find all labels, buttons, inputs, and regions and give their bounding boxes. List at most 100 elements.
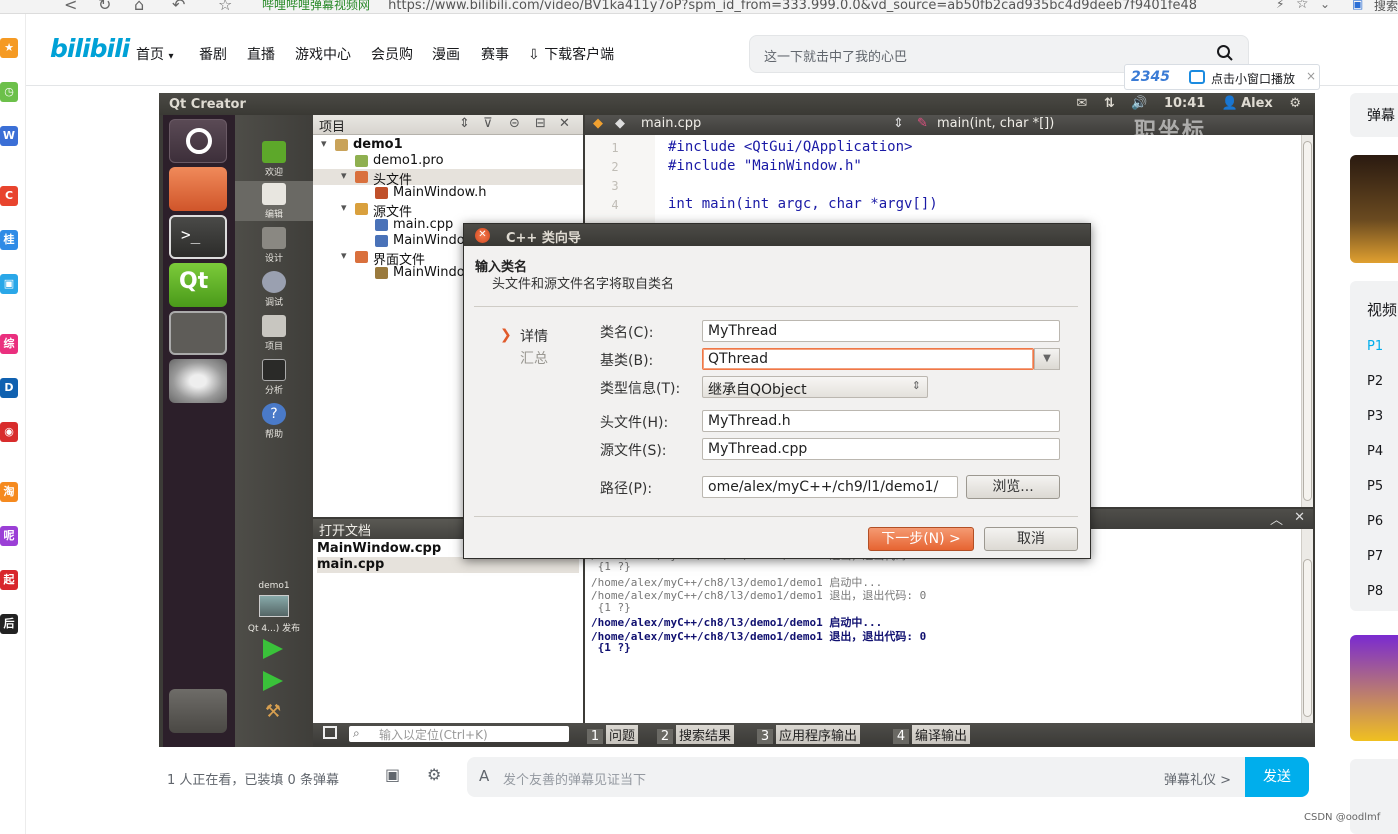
expand-arrow-icon[interactable]: ▾	[321, 137, 327, 150]
video-player[interactable]: Qt Creator ✉ ⇅ 🔊 10:41 👤 Alex ⚙ >_ Qt 欢迎…	[155, 93, 1320, 747]
expand-arrow-icon[interactable]: ▾	[341, 169, 347, 182]
mode-help[interactable]: ? 帮助	[235, 401, 313, 441]
class-name-input[interactable]: MyThread	[702, 320, 1060, 342]
video-part-item[interactable]: P4	[1367, 444, 1383, 459]
link-icon[interactable]: ⊝	[509, 116, 520, 131]
orange-app-icon[interactable]: 淘	[0, 482, 18, 502]
danmaku-etiquette-link[interactable]: 弹幕礼仪 >	[1164, 769, 1231, 788]
expand-arrow-icon[interactable]: ▾	[341, 249, 347, 262]
path-input[interactable]: ome/alex/myC++/ch9/l1/demo1/	[702, 476, 958, 498]
editor-file-selector[interactable]: main.cpp	[641, 116, 701, 131]
open-doc-item[interactable]: main.cpp	[317, 557, 579, 573]
chevron-down-icon[interactable]: ▼	[1034, 348, 1060, 370]
undo-icon[interactable]: ↶	[172, 0, 185, 13]
project-tree-item[interactable]: ▾ demo1	[313, 137, 583, 153]
address-bar[interactable]: 哔哩哔哩弹幕视频网 https://www.bilibili.com/video…	[262, 0, 1197, 13]
video-part-item[interactable]: P3	[1367, 409, 1383, 424]
ubuntu-dash-icon[interactable]	[169, 119, 227, 163]
type-info-select[interactable]: 继承自QObject ⇕	[702, 376, 928, 398]
workspace-switcher-icon[interactable]	[169, 311, 227, 355]
danmaku-settings-icon[interactable]: ⚙	[427, 765, 441, 784]
black-app-icon[interactable]: 后	[0, 614, 18, 634]
cancel-button[interactable]: 取消	[984, 527, 1078, 551]
nav-home[interactable]: 首页 ▾	[136, 44, 173, 64]
run-icon[interactable]	[263, 639, 283, 659]
text-style-icon[interactable]: A	[479, 767, 489, 785]
base-class-combobox[interactable]: QThread	[702, 348, 1034, 370]
video-part-item[interactable]: P1	[1367, 339, 1383, 354]
qidian-icon[interactable]: 起	[0, 570, 18, 590]
mini-window-play-button[interactable]: 点击小窗口播放	[1211, 70, 1295, 87]
split-icon[interactable]: ⊟	[535, 116, 546, 131]
search-engine-icon[interactable]: ▣	[1352, 0, 1363, 11]
locator-input[interactable]: ⌕ 输入以定位(Ctrl+K)	[349, 726, 569, 742]
output-tab[interactable]: 1 问题	[587, 725, 639, 744]
chevron-down-icon[interactable]: ⌄	[1320, 0, 1330, 11]
close-icon[interactable]: ✕	[559, 116, 570, 131]
terminal-icon[interactable]: >_	[169, 215, 227, 259]
next-button[interactable]: 下一步(N) >	[868, 527, 974, 551]
video-part-item[interactable]: P8	[1367, 584, 1383, 599]
video-part-item[interactable]: P6	[1367, 514, 1383, 529]
danmaku-toggle-icon[interactable]: ▣	[385, 765, 400, 784]
nav-forward-icon[interactable]: ◆	[615, 116, 625, 131]
output-scrollbar[interactable]	[1301, 529, 1313, 723]
expand-arrow-icon[interactable]: ▾	[341, 201, 347, 214]
nav-live[interactable]: 直播	[247, 44, 275, 64]
output-tab[interactable]: 4 编译输出	[893, 725, 971, 744]
mode-welcome[interactable]: 欢迎	[235, 139, 313, 179]
gui-app-icon[interactable]: 桂	[0, 230, 18, 250]
nav-download-client[interactable]: ⇩ 下载客户端	[528, 44, 614, 64]
project-tree-item[interactable]: demo1.pro	[313, 153, 583, 169]
nav-manga[interactable]: 漫画	[432, 44, 460, 64]
mode-debug[interactable]: 调试	[235, 269, 313, 309]
refresh-icon[interactable]: ↻	[98, 0, 111, 13]
play-icon[interactable]	[1231, 631, 1285, 681]
mode-design[interactable]: 设计	[235, 225, 313, 265]
video-part-item[interactable]: P5	[1367, 479, 1383, 494]
filter-icon[interactable]: ⊽	[483, 116, 493, 131]
browser-search-label[interactable]: 搜索	[1374, 0, 1398, 13]
video-part-item[interactable]: P2	[1367, 374, 1383, 389]
nav-bangumi[interactable]: 番剧	[199, 44, 227, 64]
favorite-star-icon[interactable]: ★	[0, 38, 18, 58]
bilibili-tv-icon[interactable]: ▣	[0, 274, 18, 294]
close-icon[interactable]: ✕	[1294, 510, 1305, 525]
qt-creator-icon[interactable]: Qt	[169, 263, 227, 307]
monitor-icon[interactable]	[259, 595, 289, 617]
output-tab[interactable]: 3 应用程序输出	[757, 725, 861, 744]
home-icon[interactable]: ⌂	[134, 0, 144, 13]
lightning-icon[interactable]: ⚡	[1276, 0, 1284, 11]
header-file-input[interactable]: MyThread.h	[702, 410, 1060, 432]
mode-analyze[interactable]: 分析	[235, 357, 313, 397]
mode-projects[interactable]: 项目	[235, 313, 313, 353]
nav-game-center[interactable]: 游戏中心	[295, 44, 351, 64]
pdf-to-word-icon[interactable]: W	[0, 126, 18, 146]
source-file-input[interactable]: MyThread.cpp	[702, 438, 1060, 460]
function-selector[interactable]: main(int, char *[])	[937, 116, 1054, 131]
build-hammer-icon[interactable]: ⚒	[265, 703, 283, 721]
favorite-icon[interactable]: ☆	[218, 0, 232, 13]
browse-button[interactable]: 浏览...	[966, 475, 1060, 499]
debug-run-icon[interactable]	[263, 671, 283, 691]
ad-banner-image[interactable]	[1350, 155, 1398, 263]
project-tree-item[interactable]: ▾ 源文件	[313, 201, 583, 220]
bilibili-logo[interactable]: bilibili	[50, 34, 130, 63]
search-icon[interactable]	[1216, 44, 1234, 62]
purple-app-icon[interactable]: 呢	[0, 526, 18, 546]
nav-esports[interactable]: 赛事	[481, 44, 509, 64]
sidebar-toggle-icon[interactable]	[323, 726, 337, 739]
danmaku-input[interactable]: A 发个友善的弹幕见证当下 弹幕礼仪 >	[467, 757, 1245, 797]
back-icon[interactable]: <	[64, 0, 77, 13]
editor-scrollbar[interactable]	[1301, 135, 1313, 507]
decathlon-icon[interactable]: D	[0, 378, 18, 398]
trash-icon[interactable]	[169, 689, 227, 733]
mode-edit[interactable]: 编辑	[235, 181, 313, 221]
red-circle-app-icon[interactable]: ◉	[0, 422, 18, 442]
files-folder-icon[interactable]	[169, 167, 227, 211]
project-tree-item[interactable]: ▾ 头文件	[313, 169, 583, 188]
send-button[interactable]: 发送	[1245, 757, 1309, 797]
output-tab[interactable]: 2 搜索结果	[657, 725, 735, 744]
c-app-icon[interactable]: C	[0, 186, 18, 206]
nav-mall[interactable]: 会员购	[371, 44, 413, 64]
